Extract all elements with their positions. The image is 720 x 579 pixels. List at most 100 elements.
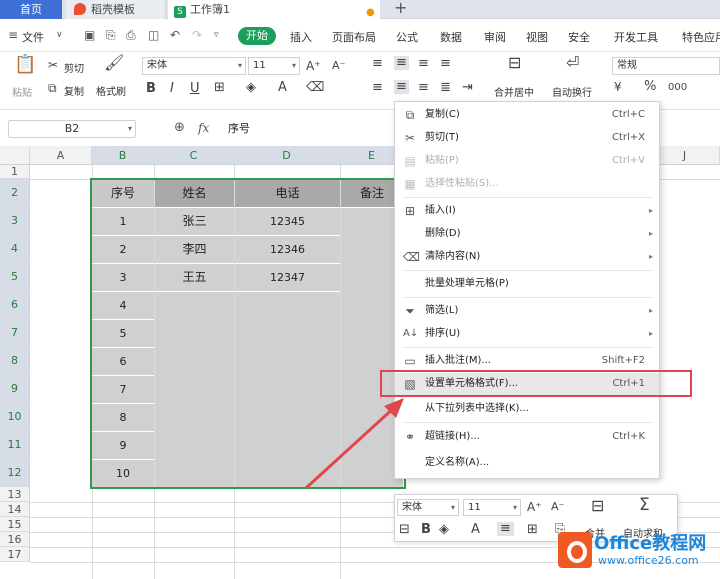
col-header-d[interactable]: D [234,146,340,165]
font-shrink-icon[interactable]: A⁻ [332,59,345,73]
cell-b2[interactable]: 序号 [92,180,154,207]
paste-icon[interactable]: 📋 [14,56,36,74]
underline-icon[interactable]: U [190,82,200,96]
menu-view[interactable]: 视图 [526,29,548,45]
font-grow-icon[interactable]: A⁺ [306,59,321,73]
sigma-icon[interactable]: Σ [639,497,650,514]
font-color-icon[interactable]: A [278,81,287,95]
row-header-2[interactable]: 2 [0,179,30,207]
cell-c3[interactable]: 张三 [155,208,234,235]
hamburger-icon[interactable]: ≡ [8,28,18,42]
font-size-select[interactable]: 11 ▾ [248,57,300,75]
col-header-b[interactable]: B [92,146,154,165]
border-icon[interactable]: ⊞ [527,523,538,537]
cell-d5[interactable]: 12347 [235,264,340,291]
percent-icon[interactable]: % [644,80,656,94]
align-top-icon[interactable]: ≡ [372,57,383,71]
tab-template[interactable]: 稻壳模板 [66,0,166,19]
merge-center-label[interactable]: 合并居中 [494,84,534,99]
tab-workbook[interactable]: S 工作簿1 ● [168,0,380,19]
thousands-icon[interactable]: 000 [668,81,687,95]
row-header-13[interactable]: 13 [0,487,30,502]
copy-icon[interactable]: ⧉ [48,81,57,95]
paste-label[interactable]: 粘贴 [12,84,32,99]
menu-item-define-name[interactable]: 定义名称(A)... [395,452,659,474]
menu-special[interactable]: 特色应用 [682,29,720,45]
row-header-11[interactable]: 11 [0,431,30,459]
brush-icon[interactable]: 🖌 [104,55,124,71]
customize-icon[interactable]: ▿ [214,30,219,40]
cell-d2[interactable]: 电话 [235,180,340,207]
select-all-corner[interactable] [0,146,30,165]
row-header-5[interactable]: 5 [0,263,30,291]
font-shrink-icon[interactable]: A⁻ [551,500,564,514]
menu-item-paste[interactable]: ▤ 粘贴(P) Ctrl+V [395,150,659,172]
row-header-16[interactable]: 16 [0,532,30,547]
align-center-icon[interactable]: ≡ [394,80,409,94]
cell-b3[interactable]: 1 [92,208,154,235]
menu-data[interactable]: 数据 [440,29,462,45]
cell-b10[interactable]: 8 [92,404,154,431]
merge-icon[interactable]: ⊟ [508,55,521,71]
row-header-1[interactable]: 1 [0,165,30,179]
row-header-9[interactable]: 9 [0,375,30,403]
menu-item-clear[interactable]: ⌫ 清除内容(N) ▸ [395,246,659,268]
row-header-12[interactable]: 12 [0,459,30,487]
menu-file[interactable]: 文件 [22,29,44,45]
fill-color-icon[interactable]: ◈ [439,523,449,537]
menu-item-hyperlink[interactable]: ⚭ 超链接(H)... Ctrl+K [395,426,659,448]
menu-item-format-cells[interactable]: ▧ 设置单元格格式(F)... Ctrl+1 [395,373,659,395]
mini-font-size[interactable]: 11 ▾ [463,499,521,516]
save-icon[interactable]: ▣ [84,28,95,42]
menu-formula[interactable]: 公式 [396,29,418,45]
print-icon[interactable]: ⎙ [126,28,136,43]
mini-font-name[interactable]: 宋体 ▾ [397,499,459,516]
align-center-icon[interactable]: ≡ [497,522,514,536]
zoom-icon[interactable]: ⊕ [174,120,185,135]
tab-home[interactable]: 首页 [0,0,62,19]
new-tab-button[interactable]: + [394,0,407,17]
font-name-select[interactable]: 宋体 ▾ [142,57,246,75]
distributed-icon[interactable]: ≣ [440,81,451,95]
menu-item-copy[interactable]: ⧉ 复制(C) Ctrl+C [395,104,659,126]
cell-b12[interactable]: 10 [92,460,154,487]
menu-item-batch[interactable]: 批量处理单元格(P) [395,273,659,295]
fill-color-icon[interactable]: ◈ [246,81,256,95]
wrap-icon[interactable]: ⏎ [566,55,579,71]
menu-item-insert[interactable]: ⊞ 插入(I) ▸ [395,200,659,222]
export-icon[interactable]: ⎘ [106,28,116,43]
preview-icon[interactable]: ◫ [148,28,159,42]
menu-item-filter[interactable]: ⏷ 筛选(L) ▸ [395,300,659,322]
menu-item-paste-special[interactable]: ▦ 选择性粘贴(S)... [395,173,659,195]
col-header-a[interactable]: A [30,146,92,165]
cell-b11[interactable]: 9 [92,432,154,459]
scissors-icon[interactable]: ✂ [48,58,58,72]
menu-page-layout[interactable]: 页面布局 [332,29,376,45]
menu-item-cut[interactable]: ✂ 剪切(T) Ctrl+X [395,127,659,149]
cut-label[interactable]: 剪切 [64,60,84,75]
menu-developer[interactable]: 开发工具 [614,29,658,45]
cell-d3[interactable]: 12345 [235,208,340,235]
row-header-8[interactable]: 8 [0,347,30,375]
align-middle-icon[interactable]: ≡ [394,56,409,70]
font-color-icon[interactable]: A [471,523,480,537]
menu-item-delete[interactable]: 删除(D) ▸ [395,223,659,245]
cell-c-empty[interactable] [155,292,234,487]
cell-c4[interactable]: 李四 [155,236,234,263]
cell-b4[interactable]: 2 [92,236,154,263]
undo-icon[interactable]: ↶ [170,28,180,42]
format-icon[interactable]: ⊟ [399,523,410,537]
cell-b5[interactable]: 3 [92,264,154,291]
menu-item-comment[interactable]: ▭ 插入批注(M)... Shift+F2 [395,350,659,372]
menu-security[interactable]: 安全 [568,29,590,45]
currency-icon[interactable]: ¥ [614,80,622,94]
row-header-7[interactable]: 7 [0,319,30,347]
menu-insert[interactable]: 插入 [290,29,312,45]
row-header-4[interactable]: 4 [0,235,30,263]
cell-b6[interactable]: 4 [92,292,154,319]
align-bottom-icon[interactable]: ≡ [418,57,429,71]
fx-icon[interactable]: fx [198,121,209,135]
redo-icon[interactable]: ↷ [192,28,202,42]
format-painter-label[interactable]: 格式刷 [96,83,126,98]
bold-icon[interactable]: B [146,82,156,96]
